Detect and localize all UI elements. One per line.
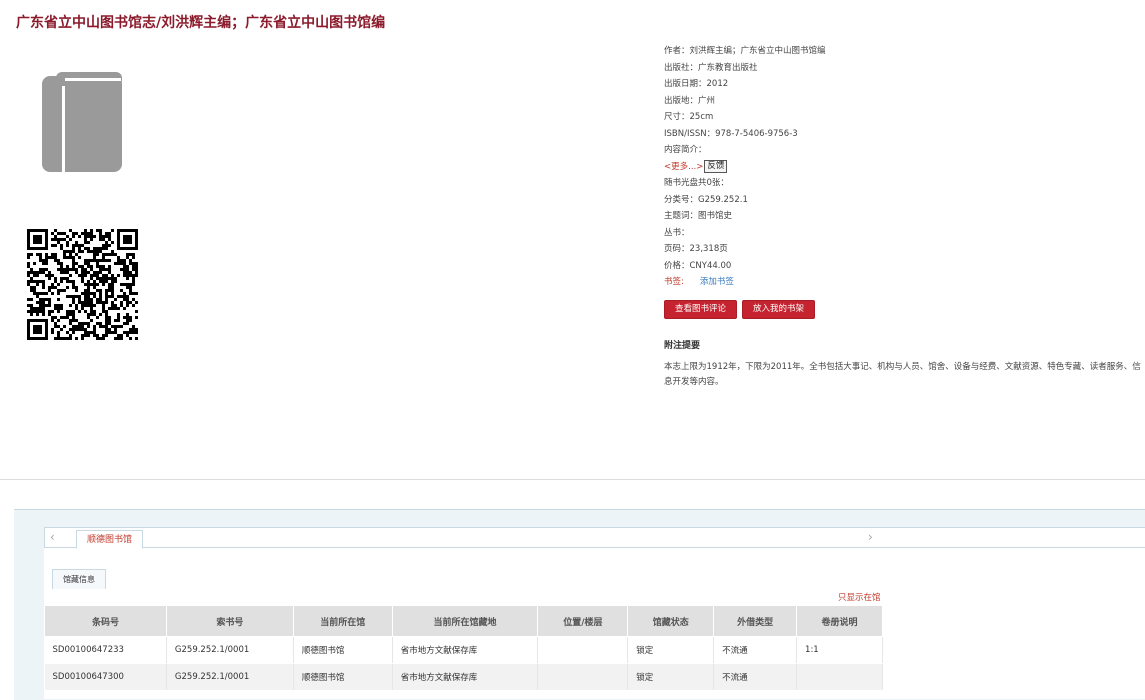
column-header: 索书号 bbox=[165, 605, 294, 637]
author: 作者：刘洪辉主编；广东省立中山图书馆编 bbox=[664, 46, 826, 56]
library-tab-bar bbox=[44, 527, 1145, 548]
table-cell: 锁定 bbox=[627, 636, 715, 664]
series: 丛书： bbox=[664, 227, 690, 238]
book-cover-icon bbox=[42, 72, 122, 172]
table-cell: 顺德图书馆 bbox=[293, 636, 393, 664]
divider bbox=[0, 479, 1145, 480]
chevron-left-icon[interactable]: ‹ bbox=[50, 530, 55, 544]
table-cell: 不流通 bbox=[713, 636, 798, 664]
column-header: 位置/楼层 bbox=[537, 605, 629, 637]
isbn: ISBN/ISSN：978-7-5406-9756-3 bbox=[664, 128, 798, 139]
column-header: 条码号 bbox=[44, 605, 167, 637]
view-reviews-button[interactable]: 查看图书评论 bbox=[664, 300, 738, 319]
subject: 主题词：图书馆史 bbox=[664, 211, 733, 221]
column-header: 当前所在馆 bbox=[292, 605, 393, 637]
table-row: SD00100647300 G259.252.1/0001 顺德图书馆 省市地方… bbox=[44, 663, 883, 691]
table-cell: G259.252.1/0001 bbox=[166, 636, 294, 664]
holdings-table: 条码号 索书号 当前所在馆 当前所在馆藏地 位置/楼层 馆藏状态 外借类型 卷册… bbox=[44, 605, 883, 691]
table-cell: G259.252.1/0001 bbox=[166, 663, 294, 691]
column-header: 当前所在馆藏地 bbox=[391, 605, 539, 637]
table-cell: 1:1 bbox=[796, 636, 883, 664]
price: 价格：CNY44.00 bbox=[664, 260, 732, 271]
add-bookmark-link[interactable]: 添加书签 bbox=[700, 277, 734, 287]
chevron-right-icon[interactable]: › bbox=[868, 530, 873, 544]
table-cell: 省市地方文献保存库 bbox=[392, 663, 539, 691]
publisher: 出版社：广东教育出版社 bbox=[664, 62, 758, 73]
intro-label: 内容简介： bbox=[664, 145, 707, 155]
column-header: 馆藏状态 bbox=[627, 605, 715, 637]
publish-date: 出版日期：2012 bbox=[664, 79, 729, 89]
tab-holding-info[interactable]: 馆藏信息 bbox=[52, 569, 106, 589]
bookmark-label: 书签: bbox=[664, 277, 684, 287]
note-heading: 附注提要 bbox=[664, 341, 701, 351]
table-cell: SD00100647300 bbox=[44, 663, 167, 691]
book-metadata: 作者：刘洪辉主编；广东省立中山图书馆编 出版社：广东教育出版社 出版日期：201… bbox=[664, 43, 826, 291]
column-header: 外借类型 bbox=[713, 605, 798, 637]
cd-count: 随书光盘共0张： bbox=[664, 178, 729, 188]
pages: 页码：23,318页 bbox=[664, 244, 728, 254]
table-cell: 省市地方文献保存库 bbox=[392, 636, 539, 664]
tab-library[interactable]: 顺德图书馆 bbox=[76, 530, 144, 549]
table-cell: 锁定 bbox=[627, 663, 715, 691]
only-show-in-library-link[interactable]: 只显示在馆 bbox=[838, 591, 881, 603]
table-header: 条码号 索书号 当前所在馆 当前所在馆藏地 位置/楼层 馆藏状态 外借类型 卷册… bbox=[44, 605, 883, 637]
table-row: SD00100647233 G259.252.1/0001 顺德图书馆 省市地方… bbox=[44, 636, 883, 664]
table-cell: 顺德图书馆 bbox=[293, 663, 393, 691]
class-number: 分类号：G259.252.1 bbox=[664, 194, 748, 205]
more-link[interactable]: <更多...> bbox=[664, 162, 703, 172]
action-buttons: 查看图书评论 放入我的书架 bbox=[664, 296, 820, 319]
table-cell: 不流通 bbox=[713, 663, 798, 691]
add-to-shelf-button[interactable]: 放入我的书架 bbox=[742, 300, 816, 319]
book-size: 尺寸：25cm bbox=[664, 112, 714, 122]
qr-code-icon bbox=[27, 229, 138, 340]
table-cell bbox=[537, 663, 629, 691]
intro-more-row: <更多...> 反馈 bbox=[664, 159, 826, 176]
note-text: 本志上限为1912年，下限为2011年。全书包括大事记、机构与人员、馆舍、设备与… bbox=[664, 362, 1141, 387]
publish-place: 出版地：广州 bbox=[664, 95, 716, 106]
table-cell: SD00100647233 bbox=[44, 636, 167, 664]
page-title: 广东省立中山图书馆志/刘洪辉主编；广东省立中山图书馆编 bbox=[16, 15, 386, 31]
column-header: 卷册说明 bbox=[796, 605, 883, 637]
bookmark-row: 书签: 添加书签 bbox=[664, 274, 826, 291]
table-cell bbox=[537, 636, 629, 664]
table-cell bbox=[796, 663, 883, 691]
feedback-button[interactable]: 反馈 bbox=[704, 159, 728, 173]
